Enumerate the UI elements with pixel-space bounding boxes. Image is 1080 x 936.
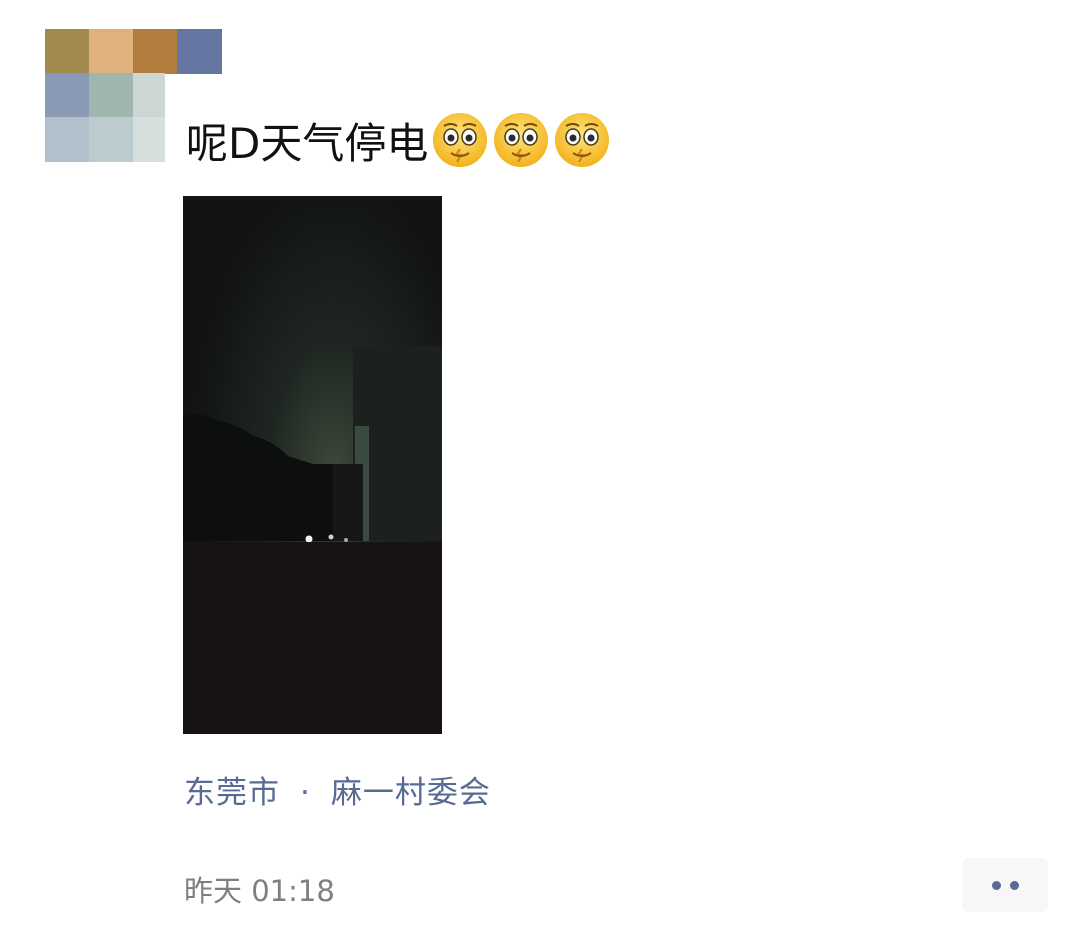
avatar-pixel xyxy=(177,29,222,74)
dizzy-face-emoji-icon xyxy=(553,111,611,169)
dizzy-face-emoji-icon xyxy=(431,111,489,169)
avatar-pixel xyxy=(89,117,134,162)
more-dots-icon[interactable] xyxy=(962,858,1048,912)
more-dot xyxy=(1009,880,1019,890)
location-city: 东莞市 xyxy=(184,775,280,811)
avatar-pixel xyxy=(89,29,134,74)
avatar-pixel xyxy=(45,73,90,118)
avatar-pixel xyxy=(45,29,90,74)
avatar-pixel xyxy=(133,73,165,118)
more-dot xyxy=(991,880,1001,890)
location-place: 麻一村委会 xyxy=(330,775,491,811)
post-timestamp: 昨天 01:18 xyxy=(184,874,335,908)
post-text-content: 呢D天气停电 xyxy=(186,118,429,168)
location-separator: · xyxy=(300,775,311,811)
avatar-pixel xyxy=(133,117,165,162)
avatar-pixel xyxy=(45,117,90,162)
location-link[interactable]: 东莞市 · 麻一村委会 xyxy=(184,767,491,812)
video-thumbnail[interactable] xyxy=(183,196,442,734)
avatar-pixel xyxy=(89,73,134,118)
post-text: 呢D天气停电 xyxy=(186,108,611,172)
avatar-pixel xyxy=(133,29,178,74)
dizzy-face-emoji-icon xyxy=(492,111,550,169)
